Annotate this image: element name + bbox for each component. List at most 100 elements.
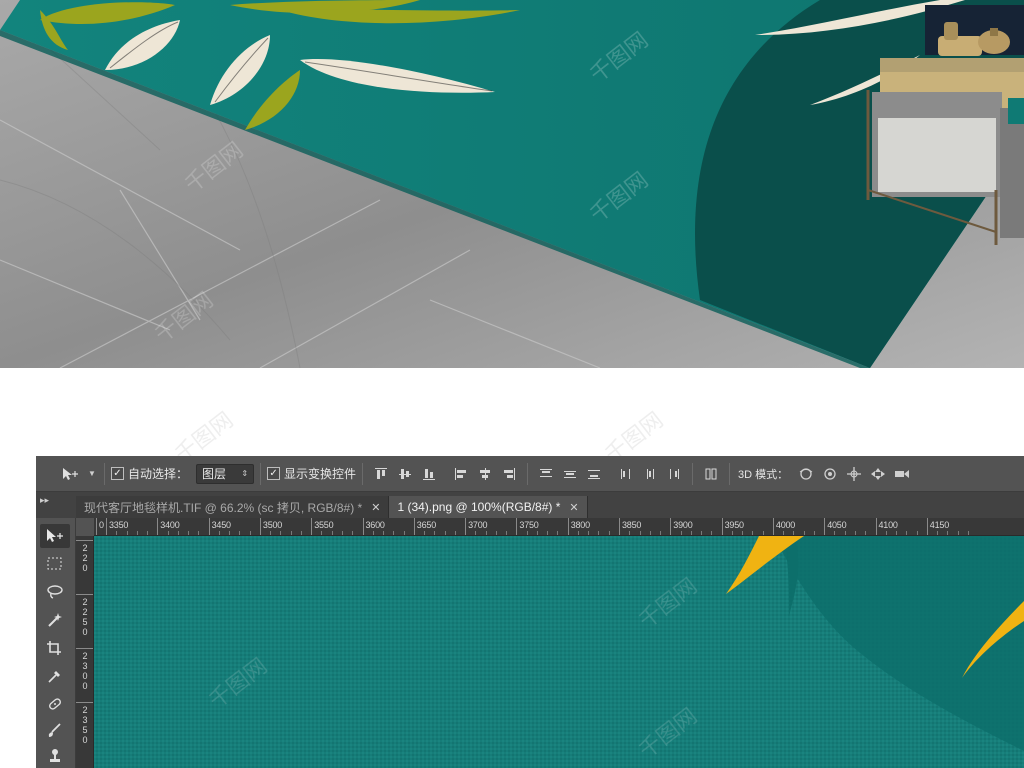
ruler-label: 3700 [468, 520, 488, 530]
close-icon[interactable]: ✕ [569, 501, 578, 514]
options-bar: ▼ ✓ 自动选择： 图层 ⇕ ✓ 显示变换控件 3D 模式： [36, 456, 1024, 492]
ruler-label: 3900 [673, 520, 693, 530]
tools-panel [36, 518, 76, 768]
ruler-label: 3850 [622, 520, 642, 530]
close-icon[interactable]: ✕ [371, 501, 380, 514]
ruler-minor-tick [147, 531, 149, 535]
ruler-label: 3800 [570, 520, 590, 530]
ruler-tick [772, 518, 774, 535]
ruler-tick [157, 518, 159, 535]
ruler-minor-tick [711, 531, 713, 535]
auto-select-target-dropdown[interactable]: 图层 ⇕ [196, 463, 255, 484]
ruler-minor-tick [813, 531, 815, 535]
3d-rotate-icon[interactable] [795, 463, 817, 485]
auto-select-checkbox[interactable]: ✓ [111, 467, 124, 480]
align-left-icon[interactable] [450, 463, 472, 485]
distribute-bottom-icon[interactable] [583, 463, 605, 485]
ruler-minor-tick [116, 531, 118, 535]
ruler-tick [516, 518, 518, 535]
tool-preset-caret-icon[interactable]: ▼ [88, 469, 98, 478]
align-top-icon[interactable] [370, 463, 392, 485]
ruler-minor-tick [649, 531, 651, 535]
ruler-minor-tick [803, 531, 805, 535]
distribute-right-icon[interactable] [663, 463, 685, 485]
ruler-minor-tick [547, 531, 549, 535]
3d-scale-icon[interactable] [891, 463, 913, 485]
photoshop-window: ▼ ✓ 自动选择： 图层 ⇕ ✓ 显示变换控件 3D 模式： ▸▸ 现代客厅地毯… [36, 456, 1024, 768]
move-tool-icon[interactable] [40, 524, 70, 548]
ruler-tick [311, 518, 313, 535]
auto-align-layers-icon[interactable] [700, 463, 722, 485]
ruler-label: 3550 [314, 520, 334, 530]
ruler-label: 3750 [519, 520, 539, 530]
ruler-minor-tick [280, 531, 282, 535]
distribute-vcenter-icon[interactable] [559, 463, 581, 485]
ruler-minor-tick [906, 531, 908, 535]
healing-brush-tool-icon[interactable] [40, 692, 70, 716]
ruler-minor-tick [680, 531, 682, 535]
ruler-tick [259, 518, 261, 535]
ruler-minor-tick [885, 531, 887, 535]
ruler-label: 4050 [827, 520, 847, 530]
separator [104, 462, 105, 485]
document-tab-active[interactable]: 1 (34).png @ 100%(RGB/8#) * ✕ [389, 496, 588, 518]
ruler-minor-tick [598, 531, 600, 535]
ruler-minor-tick [126, 531, 128, 535]
ruler-tick [824, 518, 826, 535]
distribute-hcenter-icon[interactable] [639, 463, 661, 485]
ruler-tick [413, 518, 415, 535]
magic-wand-tool-icon[interactable] [40, 608, 70, 632]
ruler-minor-tick [136, 531, 138, 535]
show-transform-checkbox[interactable]: ✓ [267, 467, 281, 480]
ruler-tick [76, 648, 93, 649]
separator [729, 462, 731, 485]
ruler-minor-tick [372, 531, 374, 535]
brush-tool-icon[interactable] [40, 718, 70, 742]
align-right-icon[interactable] [498, 463, 520, 485]
ruler-tick [96, 518, 97, 535]
document-tab[interactable]: 现代客厅地毯样机.TIF @ 66.2% (sc 拷贝, RGB/8#) * ✕ [76, 496, 390, 518]
align-vcenter-icon[interactable] [394, 463, 416, 485]
ruler-label: 3500 [262, 520, 283, 530]
collapse-panels-icon[interactable]: ▸▸ [36, 492, 76, 518]
ruler-minor-tick [731, 531, 733, 535]
ruler-minor-tick [690, 531, 692, 535]
ruler-tick [567, 518, 569, 535]
show-transform-label: 显示变换控件 [284, 467, 357, 481]
crop-tool-icon[interactable] [40, 636, 70, 660]
ruler-minor-tick [218, 531, 220, 535]
align-hcenter-icon[interactable] [474, 463, 496, 485]
document-canvas[interactable]: 千图网 千图网 千图网 [94, 536, 1024, 768]
ruler-tick [106, 518, 107, 535]
lasso-tool-icon[interactable] [40, 580, 70, 604]
3d-slide-icon[interactable] [867, 463, 889, 485]
marquee-tool-icon[interactable] [40, 552, 70, 576]
move-tool-icon[interactable] [56, 463, 86, 485]
ruler-minor-tick [454, 531, 456, 535]
ruler-tick [362, 518, 364, 535]
distribute-top-icon[interactable] [535, 463, 557, 485]
document-tab-label: 现代客厅地毯样机.TIF @ 66.2% (sc 拷贝, RGB/8#) * [84, 500, 363, 515]
ruler-minor-tick [341, 531, 343, 535]
ruler-minor-tick [793, 531, 795, 535]
ruler-minor-tick [588, 531, 590, 535]
ruler-minor-tick [393, 531, 395, 535]
clone-stamp-tool-icon[interactable] [40, 744, 70, 768]
ruler-minor-tick [290, 531, 292, 535]
ruler-minor-tick [485, 531, 487, 535]
3d-roll-icon[interactable] [819, 463, 841, 485]
distribute-left-icon[interactable] [615, 463, 637, 485]
3d-pan-icon[interactable] [843, 463, 865, 485]
document-tab-label: 1 (34).png @ 100%(RGB/8#) * [397, 500, 561, 514]
ruler-tick [721, 518, 723, 535]
align-bottom-icon[interactable] [418, 463, 440, 485]
ruler-tick [76, 702, 93, 703]
ruler-minor-tick [957, 531, 959, 535]
ruler-label: 3400 [160, 520, 180, 530]
ruler-minor-tick [352, 531, 354, 535]
ruler-minor-tick [536, 531, 538, 535]
ruler-label: 3650 [416, 520, 437, 530]
eyedropper-tool-icon[interactable] [40, 664, 70, 688]
ruler-minor-tick [249, 531, 251, 535]
ruler-minor-tick [916, 531, 918, 535]
